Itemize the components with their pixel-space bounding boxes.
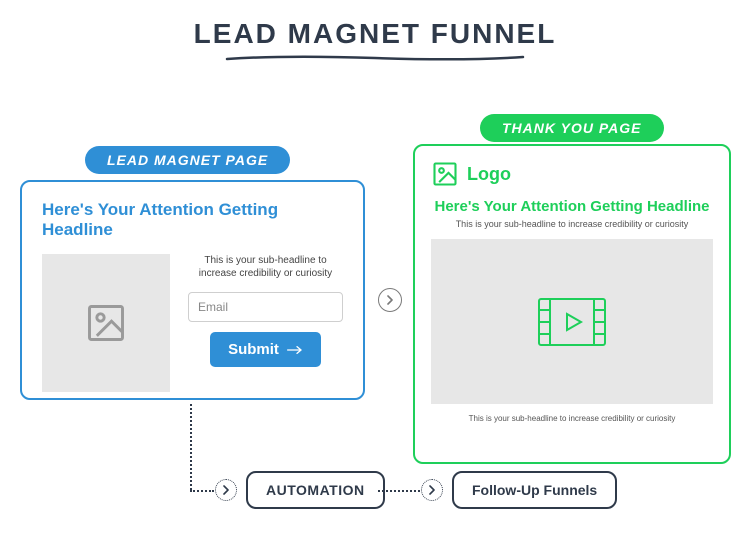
connector-line <box>378 490 420 492</box>
title-underline <box>225 54 525 62</box>
lead-magnet-badge: LEAD MAGNET PAGE <box>85 146 290 174</box>
logo-image-icon <box>431 160 459 188</box>
video-icon <box>538 298 606 346</box>
video-placeholder <box>431 239 713 404</box>
chevron-right-icon <box>427 485 437 495</box>
lead-magnet-subheadline: This is your sub-headline to increase cr… <box>188 254 343 280</box>
lead-magnet-headline: Here's Your Attention Getting Headline <box>42 200 343 240</box>
diagram-title: LEAD MAGNET FUNNEL <box>0 18 750 50</box>
chevron-right-icon <box>221 485 231 495</box>
image-icon <box>84 301 128 345</box>
thank-you-subheadline: This is your sub-headline to increase cr… <box>431 219 713 229</box>
chevron-right-icon <box>385 295 395 305</box>
followup-pill: Follow-Up Funnels <box>452 471 617 509</box>
submit-button[interactable]: Submit <box>210 332 321 367</box>
arrow-right-icon <box>287 344 303 356</box>
email-field[interactable]: Email <box>188 292 343 322</box>
submit-button-label: Submit <box>228 341 279 358</box>
flow-arrow-1 <box>378 288 402 312</box>
flow-arrow-3 <box>421 479 443 501</box>
connector-line <box>190 404 192 490</box>
image-placeholder <box>42 254 170 392</box>
automation-pill: AUTOMATION <box>246 471 385 509</box>
thank-you-headline: Here's Your Attention Getting Headline <box>431 198 713 215</box>
thank-you-card: Logo Here's Your Attention Getting Headl… <box>413 144 731 464</box>
connector-line <box>190 490 214 492</box>
flow-arrow-2 <box>215 479 237 501</box>
thank-you-badge: THANK YOU PAGE <box>480 114 664 142</box>
logo-label: Logo <box>467 164 511 185</box>
thank-you-footnote: This is your sub-headline to increase cr… <box>431 414 713 423</box>
lead-magnet-card: Here's Your Attention Getting Headline T… <box>20 180 365 400</box>
